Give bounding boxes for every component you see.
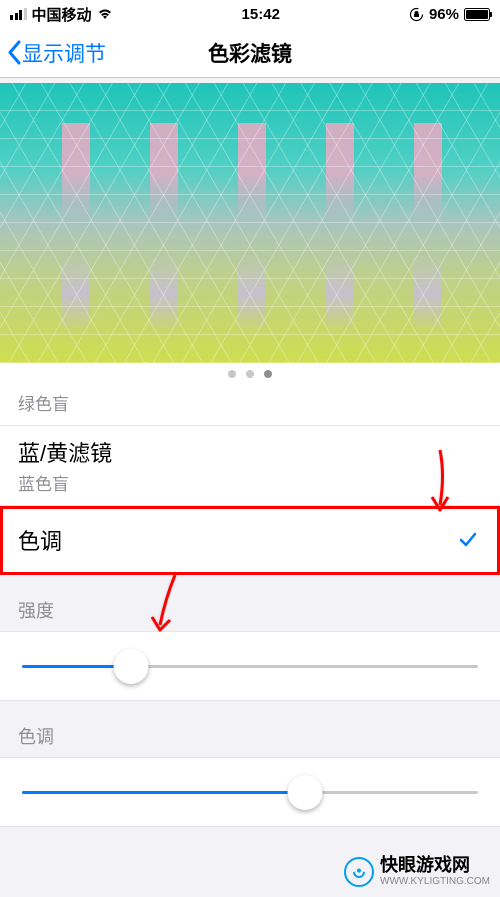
back-label: 显示调节 xyxy=(22,38,106,68)
intensity-slider[interactable] xyxy=(22,650,478,682)
watermark-url: WWW.KYLIGTING.COM xyxy=(380,876,490,887)
hue-slider[interactable] xyxy=(22,776,478,808)
option-sub: 绿色盲 xyxy=(18,390,482,415)
watermark: 快眼游戏网 WWW.KYLIGTING.COM xyxy=(344,856,490,887)
watermark-logo-icon xyxy=(344,857,374,887)
battery-percent: 96% xyxy=(429,6,459,23)
status-right: 96% xyxy=(409,6,490,23)
dot-active[interactable] xyxy=(264,370,272,378)
option-tint[interactable]: 色调 xyxy=(0,506,500,575)
chevron-left-icon xyxy=(6,40,22,65)
filter-options-list: 绿色盲 蓝/黄滤镜 蓝色盲 色调 xyxy=(0,385,500,575)
color-preview-carousel[interactable] xyxy=(0,83,500,363)
signal-icon xyxy=(10,8,27,21)
watermark-name: 快眼游戏网 xyxy=(380,856,490,876)
wifi-icon xyxy=(97,8,113,20)
intensity-header: 强度 xyxy=(0,575,500,631)
dot[interactable] xyxy=(228,370,236,378)
hue-header: 色调 xyxy=(0,701,500,757)
carrier-label: 中国移动 xyxy=(32,4,92,25)
status-time: 15:42 xyxy=(242,6,280,23)
slider-thumb[interactable] xyxy=(287,775,322,810)
slider-thumb[interactable] xyxy=(114,649,149,684)
battery-icon xyxy=(464,8,490,21)
checkmark-icon xyxy=(458,530,478,550)
back-button[interactable]: 显示调节 xyxy=(0,38,106,68)
option-blue-yellow-filter[interactable]: 蓝/黄滤镜 蓝色盲 xyxy=(0,426,500,506)
status-left: 中国移动 xyxy=(10,4,113,25)
orientation-lock-icon xyxy=(409,7,424,22)
option-sub: 蓝色盲 xyxy=(18,470,482,495)
option-green-blind[interactable]: 绿色盲 xyxy=(0,385,500,426)
option-title: 色调 xyxy=(18,524,482,556)
intensity-slider-row xyxy=(0,631,500,701)
status-bar: 中国移动 15:42 96% xyxy=(0,0,500,28)
dot[interactable] xyxy=(246,370,254,378)
page-indicator xyxy=(0,363,500,385)
hue-slider-row xyxy=(0,757,500,827)
option-title: 蓝/黄滤镜 xyxy=(18,436,482,468)
nav-bar: 显示调节 色彩滤镜 xyxy=(0,28,500,78)
